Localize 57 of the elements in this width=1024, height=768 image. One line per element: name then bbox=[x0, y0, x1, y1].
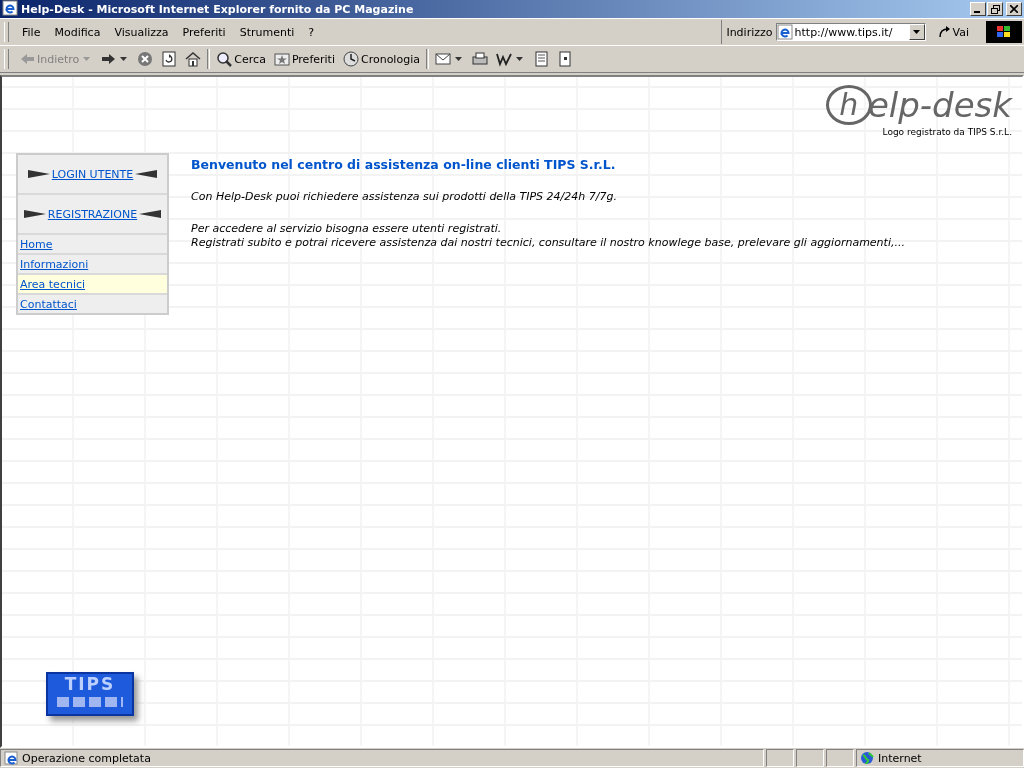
page-icon bbox=[556, 51, 573, 67]
address-field[interactable]: http://www.tips.it/ bbox=[775, 23, 926, 41]
flag-icon bbox=[996, 25, 1012, 39]
home-icon bbox=[185, 51, 202, 67]
arrow-icon bbox=[139, 208, 162, 220]
dropdown-button[interactable] bbox=[908, 24, 925, 40]
address-label: Indirizzo bbox=[726, 25, 773, 39]
go-button[interactable]: Vai bbox=[928, 25, 977, 39]
arrow-icon bbox=[135, 168, 158, 180]
arrow-icon bbox=[27, 168, 50, 180]
minimize-button[interactable] bbox=[970, 2, 986, 16]
restore-icon bbox=[990, 4, 1000, 14]
menu-item[interactable]: Modifica bbox=[47, 23, 108, 41]
forward-arrow-icon bbox=[100, 51, 117, 67]
zone-text: Internet bbox=[878, 751, 922, 765]
close-icon bbox=[1010, 5, 1018, 13]
close-button[interactable] bbox=[1006, 2, 1022, 16]
logo-caption: Logo registrato da TIPS S.r.L. bbox=[882, 127, 1012, 137]
search-icon bbox=[216, 51, 233, 67]
stop-icon bbox=[137, 51, 154, 67]
welcome-heading: Benvenuto nel centro di assistenza on-line clienti TIPS S.r.L. bbox=[191, 157, 617, 172]
curved-arrow-icon bbox=[936, 25, 951, 39]
sidebar-item[interactable]: Area tecnici bbox=[18, 275, 167, 293]
menu-item[interactable]: Strumenti bbox=[232, 23, 302, 41]
window-title: Help-Desk - Microsoft Internet Explorer fornito da PC Magazine bbox=[21, 2, 415, 16]
printer-icon bbox=[471, 51, 488, 67]
paragraph-text: Con Help-Desk puoi richiedere assistenza sui prodotti della TIPS 24/24h 7/7g. bbox=[191, 190, 618, 204]
tips-logo: TIPS bbox=[46, 672, 134, 716]
ie-icon bbox=[2, 0, 18, 16]
document-icon bbox=[532, 51, 549, 67]
favorites-button[interactable]: Preferiti bbox=[269, 48, 339, 70]
help-desk-logo: h elp-desk bbox=[825, 85, 1012, 125]
globe-icon bbox=[860, 751, 874, 765]
history-button[interactable]: Cronologia bbox=[338, 48, 424, 70]
letter-w-icon bbox=[495, 51, 512, 67]
sidebar-item[interactable]: Informazioni bbox=[18, 255, 167, 273]
sidebar-item[interactable]: Home bbox=[18, 235, 167, 253]
sidebar-link[interactable]: LOGIN UTENTE bbox=[51, 167, 134, 181]
envelope-icon bbox=[434, 51, 451, 67]
star-folder-icon bbox=[273, 51, 290, 67]
sidebar-item[interactable]: Contattaci bbox=[18, 295, 167, 313]
paragraph-text: Per accedere al servizio bisogna essere utenti registrati. bbox=[191, 222, 503, 236]
menu-item[interactable]: ? bbox=[301, 23, 322, 41]
menu-item[interactable]: File bbox=[15, 23, 48, 41]
clock-icon bbox=[342, 51, 359, 67]
restore-button[interactable] bbox=[987, 2, 1003, 16]
page-icon bbox=[776, 24, 793, 40]
sidebar-link[interactable]: REGISTRAZIONE bbox=[47, 207, 138, 221]
menu-item[interactable]: Preferiti bbox=[175, 23, 233, 41]
back-arrow-icon bbox=[19, 51, 35, 67]
status-text: Operazione completata bbox=[22, 751, 151, 765]
search-button[interactable]: Cerca bbox=[212, 48, 270, 70]
caret-icon bbox=[913, 30, 921, 34]
paragraph-text: Registrati subito e potrai ricevere assistenza dai nostri tecnici, consultare il nostro knowlege base, prelevare gli aggiornamenti,... bbox=[191, 236, 905, 250]
arrow-icon bbox=[23, 208, 46, 220]
refresh-icon bbox=[161, 51, 178, 67]
menu-item[interactable]: Visualizza bbox=[107, 23, 176, 41]
